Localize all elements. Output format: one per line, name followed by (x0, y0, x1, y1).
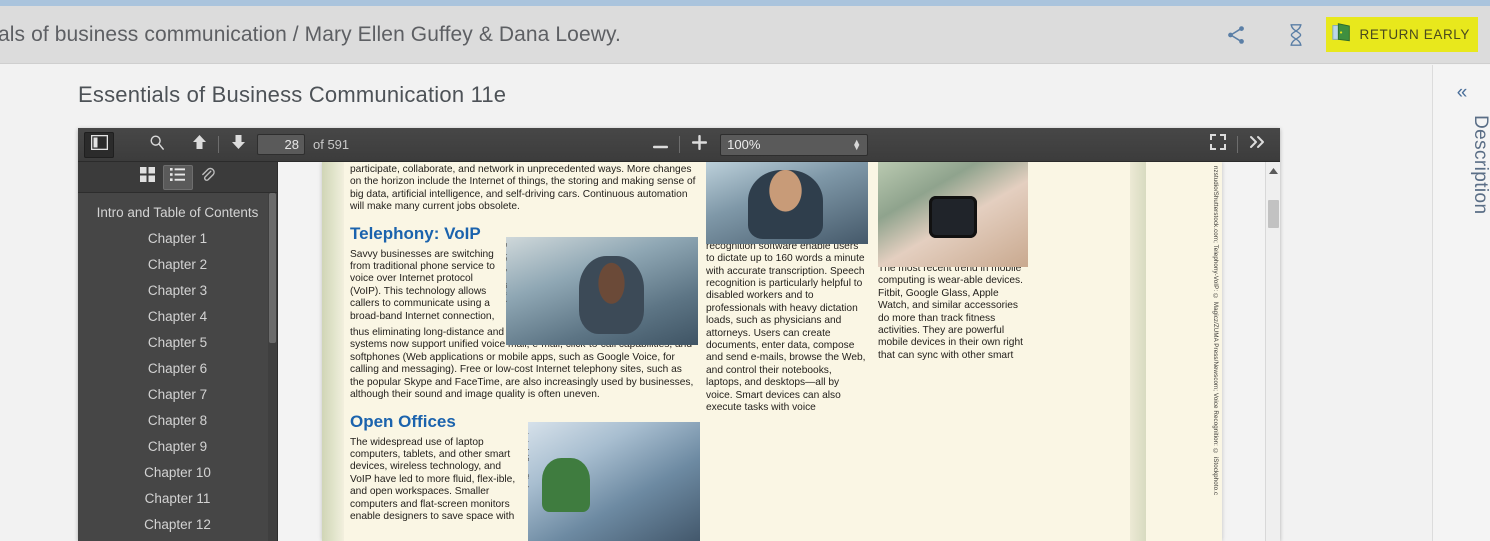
page-column-right: complete team projects any time of the d… (878, 162, 1028, 362)
pdf-scrollbar-thumb[interactable] (1268, 200, 1279, 228)
photo-office-credit: ectostock / SuperStock (528, 426, 531, 536)
hourglass-icon (1285, 23, 1307, 47)
sidebar-toggle-button[interactable] (84, 131, 114, 158)
scrollbar-up-button[interactable] (1266, 162, 1280, 177)
pdf-viewer: 28 of 591 100% ▲ ▼ Intro and Table of Co… (78, 128, 1280, 541)
outline-item-chapter-12[interactable]: Chapter 12 (78, 512, 277, 538)
app-header: als of business communication / Mary Ell… (0, 6, 1490, 64)
toolbar-separator-right (1237, 136, 1238, 153)
page-column-middle: iStock.com/ichaka Speech Recognition Com… (706, 162, 868, 415)
pdf-page-canvas[interactable]: participate, collaborate, and network in… (278, 162, 1280, 541)
arrow-down-icon (231, 134, 246, 155)
outline-item-chapter-11[interactable]: Chapter 11 (78, 486, 277, 512)
presentation-mode-button[interactable] (1203, 132, 1233, 158)
toolbar-separator (218, 136, 219, 153)
thumbnails-grid-icon (140, 167, 155, 187)
previous-page-button[interactable] (184, 132, 214, 158)
zoom-in-button[interactable] (684, 132, 714, 158)
arrow-up-icon (192, 134, 207, 155)
loan-timer-button[interactable] (1266, 6, 1326, 64)
header-actions: RETURN EARLY (1206, 6, 1490, 63)
pdf-sidebar: Intro and Table of Contents Chapter 1 Ch… (78, 162, 278, 541)
page-total-label: of 591 (313, 137, 350, 152)
open-offices-paragraph: The widespread use of laptop computers, … (350, 436, 516, 522)
outline-item-chapter-4[interactable]: Chapter 4 (78, 304, 277, 330)
fullscreen-icon (1210, 134, 1226, 155)
outline-list-icon (170, 168, 185, 186)
description-rail: « Description (1432, 65, 1490, 541)
share-icon (1225, 24, 1247, 46)
sidebar-scrollbar-thumb[interactable] (269, 193, 276, 343)
description-label[interactable]: Description (1433, 115, 1490, 214)
double-chevron-left-icon: « (1456, 82, 1468, 103)
photo-telephony-operator: Paul Bradbury/Getty Images (506, 237, 698, 345)
page-gutter-band (322, 162, 344, 541)
pdf-toolbar: 28 of 591 100% ▲ ▼ (78, 128, 1280, 162)
pdf-canvas-scrollbar[interactable] (1265, 162, 1280, 541)
sidebar-scrollbar[interactable] (268, 193, 277, 541)
photo-telephony-credit: Paul Bradbury/Getty Images (506, 243, 509, 343)
page-gutter-band-right (1130, 162, 1146, 541)
page-number-input[interactable]: 28 (257, 134, 305, 155)
chevron-updown-icon: ▲ ▼ (852, 136, 862, 152)
scroll-up-arrow-icon (1269, 161, 1278, 179)
description-expand-button[interactable]: « (1433, 83, 1490, 102)
book-reference-title: als of business communication / Mary Ell… (0, 22, 621, 46)
zoom-level-select[interactable]: 100% ▲ ▼ (720, 133, 869, 156)
return-early-button[interactable]: RETURN EARLY (1325, 17, 1478, 52)
intro-paragraph: participate, collaborate, and network in… (350, 164, 696, 213)
outline-item-chapter-6[interactable]: Chapter 6 (78, 356, 277, 382)
speech-recognition-paragraph: Computers equipped with speech-recogniti… (706, 228, 866, 414)
zoom-out-button[interactable] (645, 132, 675, 158)
outline-item-chapter-3[interactable]: Chapter 3 (78, 278, 277, 304)
wearable-devices-paragraph: The most recent trend in mobile computin… (878, 262, 1023, 361)
sidebar-tab-outline[interactable] (162, 164, 193, 190)
return-early-label: RETURN EARLY (1359, 27, 1470, 42)
minus-icon (652, 136, 668, 154)
outline-item-chapter-9[interactable]: Chapter 9 (78, 434, 277, 460)
toolbar-right-group (1203, 132, 1280, 158)
sidebar-toggle-icon (90, 134, 108, 155)
search-icon (149, 134, 165, 155)
photo-apple-watch (878, 162, 1028, 267)
pdf-page-28: participate, collaborate, and network in… (322, 162, 1222, 541)
outline-item-intro[interactable]: Intro and Table of Contents (78, 201, 277, 226)
photo-open-office: ectostock / SuperStock (528, 422, 700, 541)
paperclip-icon (200, 167, 215, 187)
sidebar-tab-attachments[interactable] (193, 165, 223, 190)
outline-item-chapter-7[interactable]: Chapter 7 (78, 382, 277, 408)
photo-speech-headset (706, 162, 868, 244)
next-page-button[interactable] (223, 132, 253, 158)
document-outline-list: Intro and Table of Contents Chapter 1 Ch… (78, 193, 277, 541)
outline-item-chapter-1[interactable]: Chapter 1 (78, 226, 277, 252)
page-vertical-photo-credits: nzstudio/Shutterstock.com; Telephony-VoI… (1212, 166, 1219, 496)
exit-door-icon (1331, 21, 1353, 48)
plus-icon (691, 134, 707, 155)
zoom-level-value: 100% (727, 137, 761, 152)
search-button[interactable] (142, 132, 172, 158)
share-button[interactable] (1206, 6, 1266, 64)
outline-item-chapter-10[interactable]: Chapter 10 (78, 460, 277, 486)
sidebar-view-switcher (78, 162, 277, 193)
zoom-controls: 100% ▲ ▼ (645, 132, 869, 158)
double-chevron-right-icon (1249, 135, 1265, 154)
sidebar-tab-thumbnails[interactable] (133, 165, 163, 190)
toolbar-separator-zoom (679, 136, 681, 153)
page-title: Essentials of Business Communication 11e (78, 82, 507, 107)
outline-item-chapter-8[interactable]: Chapter 8 (78, 408, 277, 434)
telephony-paragraph-narrow: Savvy businesses are switching from trad… (350, 248, 495, 322)
secondary-toolbar-toggle[interactable] (1242, 132, 1272, 158)
outline-item-chapter-2[interactable]: Chapter 2 (78, 252, 277, 278)
page-column-left: participate, collaborate, and network in… (350, 162, 700, 541)
outline-item-chapter-5[interactable]: Chapter 5 (78, 330, 277, 356)
